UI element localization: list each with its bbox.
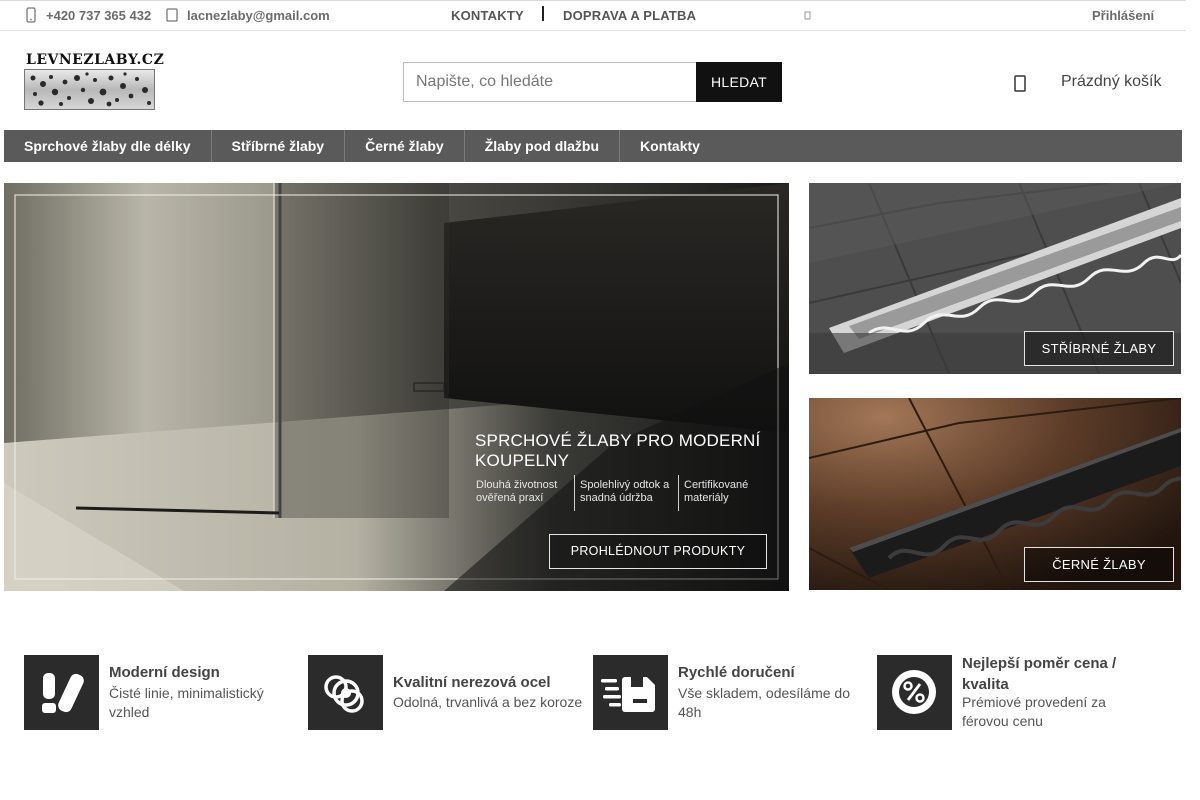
cart-label[interactable]: Prázdný košík (1061, 73, 1161, 91)
email-contact[interactable]: lacnezlaby@gmail.com (165, 7, 330, 23)
phone-contact[interactable]: +420 737 365 432 (24, 7, 151, 23)
delivery-icon (601, 677, 655, 712)
phone-icon (26, 7, 36, 23)
phone-number: +420 737 365 432 (46, 7, 152, 23)
top-bar: +420 737 365 432 lacnezlaby@gmail.com KO… (0, 0, 1186, 31)
hero-products-button[interactable]: PROHLÉDNOUT PRODUKTY (549, 534, 767, 569)
topnav-divider (542, 6, 544, 21)
search-button[interactable]: HLEDAT (696, 62, 782, 102)
feature-description: Prémiové provedení za férovou cenu (962, 694, 1106, 729)
feature-icon-box (24, 655, 99, 730)
feature-title: Moderní design (109, 664, 220, 681)
feature-icon-box (877, 655, 952, 730)
login-link[interactable]: Přihlášení (1092, 8, 1154, 23)
topnav-doprava[interactable]: DOPRAVA A PLATBA (563, 8, 696, 23)
hero-feature-divider (574, 475, 575, 511)
email-address: lacnezlaby@gmail.com (187, 7, 330, 23)
mail-icon (166, 8, 178, 22)
percent-badge-icon (892, 668, 939, 714)
main-nav: Sprchové žlaby dle délky Stříbrné žlaby … (4, 130, 1182, 162)
silver-drains-banner[interactable]: STŘÍBRNÉ ŽLABY (809, 183, 1181, 374)
steel-rings-icon (324, 675, 364, 713)
hero-feature-3: Certifikované materiály (684, 479, 749, 504)
design-icon (42, 673, 84, 713)
site-logo[interactable]: LEVNEZLABY.CZ (24, 52, 164, 110)
black-drains-banner[interactable]: ČERNÉ ŽLABY (809, 398, 1181, 590)
topnav-kontakty[interactable]: KONTAKTY (451, 8, 524, 23)
silver-drains-button[interactable]: STŘÍBRNÉ ŽLABY (1024, 331, 1174, 366)
cart-icon[interactable] (1013, 73, 1027, 93)
feature-description: Čisté linie, minimalistický vzhled (109, 685, 264, 720)
hero-feature-divider (678, 475, 679, 511)
search-input[interactable] (403, 62, 697, 102)
hero-bathroom-image (4, 183, 789, 591)
hero-feature-2: Spolehlivý odtok a snadná údržba (580, 479, 670, 504)
hero-feature-1: Dlouhá životnost ověřená praxí (476, 479, 558, 504)
search-bar: HLEDAT (403, 62, 782, 102)
black-drains-button[interactable]: ČERNÉ ŽLABY (1024, 547, 1174, 582)
feature-description: Odolná, trvanlivá a bez koroze (393, 694, 583, 710)
hero-title: SPRCHOVÉ ŽLABY PRO MODERNÍ KOUPELNY (475, 431, 761, 470)
feature-title: Nejlepší poměr cena / kvalita (962, 655, 1117, 693)
feature-title: Rychlé doručení (678, 664, 795, 681)
nav-item-kontakty[interactable]: Kontakty (620, 130, 720, 162)
nav-item-sprchove-zlaby[interactable]: Sprchové žlaby dle délky (4, 130, 212, 162)
feature-description: Vše skladem, odesíláme do 48h (678, 685, 850, 720)
feature-icon-box (593, 655, 668, 730)
hero-banner[interactable]: SPRCHOVÉ ŽLABY PRO MODERNÍ KOUPELNY Dlou… (4, 183, 789, 591)
nav-item-stribrne-zlaby[interactable]: Stříbrné žlaby (212, 130, 346, 162)
nav-item-zlaby-pod-dlazbu[interactable]: Žlaby pod dlažbu (465, 130, 621, 162)
feature-icon-box (308, 655, 383, 730)
nav-item-cerne-zlaby[interactable]: Černé žlaby (345, 130, 465, 162)
dropdown-icon[interactable] (804, 10, 812, 22)
logo-text: LEVNEZLABY.CZ (26, 52, 165, 68)
logo-drain-image (24, 69, 155, 110)
feature-title: Kvalitní nerezová ocel (393, 674, 551, 691)
